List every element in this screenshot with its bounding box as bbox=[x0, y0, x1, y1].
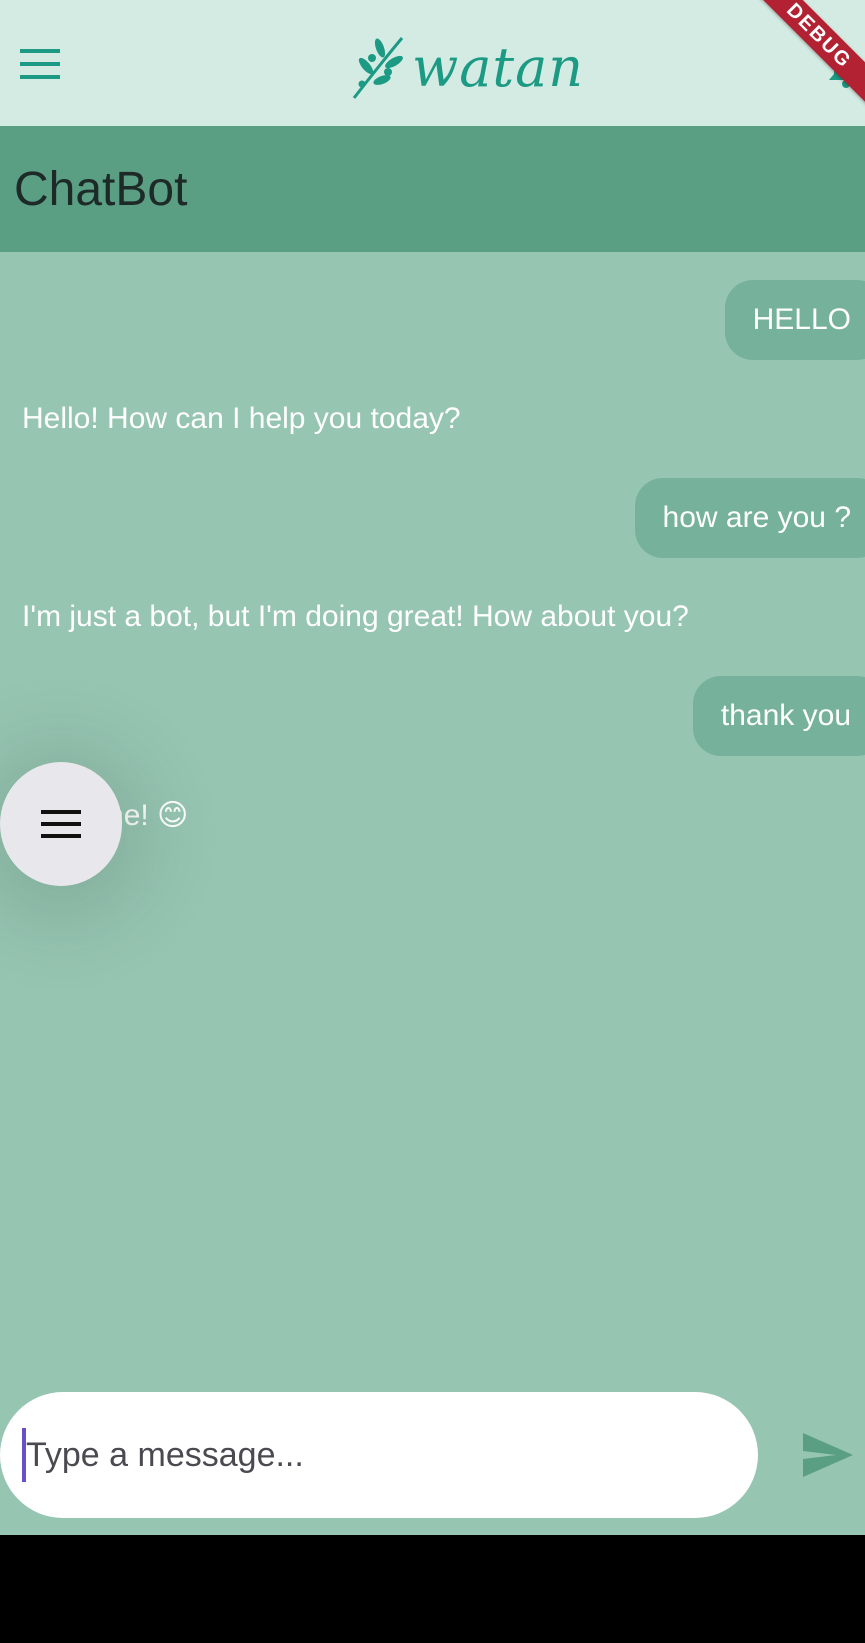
message-input-container bbox=[0, 1392, 758, 1518]
app-top-bar: watan DEBUG bbox=[0, 0, 865, 126]
page-header: ChatBot bbox=[0, 126, 865, 252]
menu-button[interactable] bbox=[14, 38, 66, 90]
watan-logo: watan bbox=[350, 14, 583, 106]
bot-message: I'm just a bot, but I'm doing great! How… bbox=[22, 600, 689, 633]
user-message-bubble: thank you bbox=[692, 676, 865, 756]
user-message-bubble: how are you ? bbox=[634, 478, 865, 558]
olive-branch-icon bbox=[352, 37, 404, 99]
message-input[interactable] bbox=[26, 1422, 726, 1488]
debug-banner: DEBUG bbox=[745, 0, 865, 110]
send-button[interactable] bbox=[800, 1430, 856, 1480]
floating-menu-button[interactable] bbox=[0, 762, 122, 886]
send-icon bbox=[803, 1433, 853, 1477]
chat-app: watan DEBUG ChatBot HELLO Hello! How can… bbox=[0, 0, 865, 1535]
hamburger-menu-icon bbox=[41, 810, 81, 838]
user-message-bubble: HELLO bbox=[724, 280, 865, 360]
text-caret bbox=[22, 1428, 26, 1482]
system-navigation-bar bbox=[0, 1535, 865, 1643]
hamburger-menu-icon bbox=[20, 49, 60, 79]
page-title: ChatBot bbox=[14, 163, 188, 216]
bot-message: Hello! How can I help you today? bbox=[22, 402, 461, 435]
brand-name: watan bbox=[412, 36, 585, 99]
